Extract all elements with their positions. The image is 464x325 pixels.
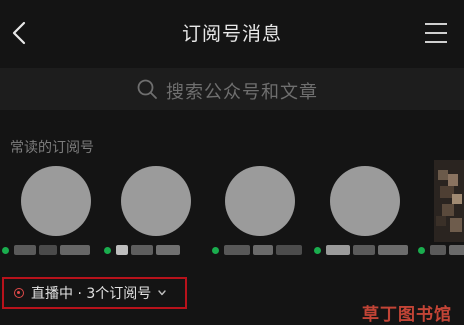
- live-broadcast-entry[interactable]: 直播中 · 3个订阅号: [2, 277, 187, 309]
- blurred-name: [14, 245, 36, 255]
- account-avatar[interactable]: [121, 166, 191, 236]
- blurred-name: [430, 245, 446, 255]
- app-header: 订阅号消息: [0, 0, 464, 66]
- blurred-name: [276, 245, 302, 255]
- live-label: 直播中 · 3个订阅号: [31, 286, 152, 302]
- online-dot-icon: [314, 246, 321, 254]
- blurred-name: [131, 245, 153, 255]
- section-label-frequent: 常读的订阅号: [10, 140, 94, 156]
- blurred-name: [253, 245, 273, 255]
- blurred-name: [326, 245, 350, 255]
- chevron-down-icon: [158, 290, 166, 296]
- online-dot-icon: [212, 246, 219, 254]
- account-cover-image[interactable]: [434, 160, 464, 242]
- account-name-row: [314, 243, 411, 257]
- live-dot-icon: [14, 288, 24, 298]
- account-avatar[interactable]: [330, 166, 400, 236]
- blurred-name: [449, 245, 464, 255]
- blurred-name: [156, 245, 180, 255]
- search-placeholder: 搜索公众号和文章: [166, 82, 318, 103]
- account-name-row: [418, 243, 464, 257]
- search-bar[interactable]: 搜索公众号和文章: [0, 68, 464, 110]
- account-name-row: [212, 243, 305, 257]
- account-avatar[interactable]: [225, 166, 295, 236]
- blurred-name: [224, 245, 250, 255]
- watermark: 草丁图书馆: [362, 305, 452, 325]
- blurred-name: [353, 245, 375, 255]
- menu-icon[interactable]: [424, 22, 448, 44]
- search-icon: [137, 79, 157, 99]
- blurred-name: [60, 245, 90, 255]
- account-name-row: [104, 243, 183, 257]
- blurred-name: [39, 245, 57, 255]
- online-dot-icon: [104, 246, 111, 254]
- page-title: 订阅号消息: [181, 23, 282, 45]
- online-dot-icon: [418, 246, 425, 254]
- online-dot-icon: [2, 246, 9, 254]
- account-avatar[interactable]: [21, 166, 91, 236]
- blurred-name: [116, 245, 128, 255]
- account-name-row: [2, 243, 93, 257]
- blurred-name: [378, 245, 408, 255]
